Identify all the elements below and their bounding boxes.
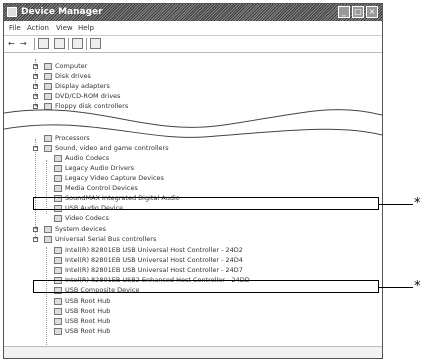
tree-node-processors[interactable]: Processors xyxy=(44,133,90,143)
tree-node-legacy-video[interactable]: Legacy Video Capture Devices xyxy=(54,173,164,183)
tree-node-media-control[interactable]: Media Control Devices xyxy=(54,183,138,193)
usb-icon xyxy=(54,327,62,335)
tree-node-legacy-audio[interactable]: Legacy Audio Drivers xyxy=(54,163,134,173)
pointer-line xyxy=(379,204,413,205)
node-label: Video Codecs xyxy=(65,214,109,222)
node-label: USB Root Hub xyxy=(65,327,111,335)
tree-node-usb-root-hub[interactable]: USB Root Hub xyxy=(54,296,110,306)
usb-icon xyxy=(54,317,62,325)
tree-node-video-codecs[interactable]: Video Codecs xyxy=(54,213,109,223)
tree-node-usb-host-24d7[interactable]: Intel(R) 82801EB USB Universal Host Cont… xyxy=(54,265,243,275)
usb-icon xyxy=(54,297,62,305)
device-manager-app-icon xyxy=(7,7,17,17)
disk-drive-icon xyxy=(44,72,52,80)
annotation-asterisk: * xyxy=(414,196,421,211)
device-manager-window: Device Manager _ □ × File Action View He… xyxy=(3,3,383,359)
highlight-usb-composite-device xyxy=(33,280,379,293)
usb-icon xyxy=(54,266,62,274)
audio-device-icon xyxy=(54,164,62,172)
toolbar-separator xyxy=(86,38,87,50)
tree-node-system-devices[interactable]: System devices xyxy=(44,224,106,234)
usb-icon xyxy=(54,246,62,254)
toolbar-separator xyxy=(34,38,35,50)
tree-node-disk-drives[interactable]: Disk drives xyxy=(44,71,91,81)
node-label: Computer xyxy=(55,62,88,70)
menu-action[interactable]: Action xyxy=(27,23,49,34)
annotation-asterisk: * xyxy=(414,279,421,294)
tree-node-dvd-drives[interactable]: DVD/CD-ROM drives xyxy=(44,91,121,101)
minimize-button[interactable]: _ xyxy=(338,6,350,18)
node-label: USB Root Hub xyxy=(65,307,111,315)
menu-bar: File Action View Help xyxy=(4,22,382,36)
audio-device-icon xyxy=(54,184,62,192)
system-device-icon xyxy=(44,225,52,233)
node-label: Audio Codecs xyxy=(65,154,110,162)
node-label: Media Control Devices xyxy=(65,184,138,192)
expand-toggle[interactable]: + xyxy=(33,64,38,69)
usb-icon xyxy=(54,256,62,264)
print-icon[interactable] xyxy=(54,38,65,49)
tree-node-usb-root-hub[interactable]: USB Root Hub xyxy=(54,316,110,326)
expand-toggle[interactable]: + xyxy=(33,74,38,79)
node-label: Sound, video and game controllers xyxy=(55,144,169,152)
node-label: System devices xyxy=(55,225,107,233)
forward-button[interactable]: → xyxy=(20,38,27,49)
audio-device-icon xyxy=(54,174,62,182)
toolbar-separator xyxy=(68,38,69,50)
audio-device-icon xyxy=(54,154,62,162)
close-button[interactable]: × xyxy=(366,6,378,18)
node-label: Intel(R) 82801EB USB Universal Host Cont… xyxy=(65,266,243,274)
tree-connector xyxy=(46,247,47,351)
tree-node-display-adapters[interactable]: Display adapters xyxy=(44,81,110,91)
audio-device-icon xyxy=(54,214,62,222)
node-label: USB Root Hub xyxy=(65,317,111,325)
highlight-usb-audio-device xyxy=(33,197,379,210)
menu-file[interactable]: File xyxy=(9,23,21,34)
expand-toggle[interactable]: + xyxy=(33,94,38,99)
scan-icon[interactable] xyxy=(90,38,101,49)
node-label: Processors xyxy=(55,134,90,142)
collapse-toggle[interactable]: − xyxy=(33,237,38,242)
collapse-toggle[interactable]: − xyxy=(33,146,38,151)
node-label: Disk drives xyxy=(55,72,91,80)
maximize-button[interactable]: □ xyxy=(352,6,364,18)
tree-node-computer[interactable]: Computer xyxy=(44,61,87,71)
tree-node-sound-video-game[interactable]: Sound, video and game controllers xyxy=(44,143,169,153)
tree-node-usb-root-hub[interactable]: USB Root Hub xyxy=(54,306,110,316)
tree-node-usb-host-24d2[interactable]: Intel(R) 82801EB USB Universal Host Cont… xyxy=(54,245,243,255)
computer-icon xyxy=(44,62,52,70)
properties-icon[interactable] xyxy=(38,38,49,49)
menu-view[interactable]: View xyxy=(56,23,73,34)
node-label: DVD/CD-ROM drives xyxy=(55,92,121,100)
usb-icon xyxy=(54,307,62,315)
usb-icon xyxy=(44,235,52,243)
expand-toggle[interactable]: + xyxy=(33,84,38,89)
node-label: Universal Serial Bus controllers xyxy=(55,235,157,243)
node-label: Legacy Video Capture Devices xyxy=(65,174,164,182)
tree-node-usb-controllers[interactable]: Universal Serial Bus controllers xyxy=(44,234,156,244)
dvd-icon xyxy=(44,92,52,100)
tree-node-usb-host-24d4[interactable]: Intel(R) 82801EB USB Universal Host Cont… xyxy=(54,255,243,265)
processor-icon xyxy=(44,134,52,142)
help-icon[interactable] xyxy=(72,38,83,49)
toolbar: ← → xyxy=(4,36,382,53)
speaker-icon xyxy=(44,144,52,152)
menu-help[interactable]: Help xyxy=(78,23,94,34)
expand-toggle[interactable]: + xyxy=(33,227,38,232)
title-bar[interactable]: Device Manager _ □ × xyxy=(4,4,382,21)
tree-node-audio-codecs[interactable]: Audio Codecs xyxy=(54,153,109,163)
horizontal-scrollbar[interactable] xyxy=(4,346,382,358)
node-label: Intel(R) 82801EB USB Universal Host Cont… xyxy=(65,246,243,254)
node-label: Legacy Audio Drivers xyxy=(65,164,135,172)
tree-node-usb-root-hub[interactable]: USB Root Hub xyxy=(54,326,110,336)
node-label: Intel(R) 82801EB USB Universal Host Cont… xyxy=(65,256,243,264)
node-label: USB Root Hub xyxy=(65,297,111,305)
display-icon xyxy=(44,82,52,90)
pointer-line xyxy=(379,287,413,288)
window-title: Device Manager xyxy=(21,7,103,17)
back-button[interactable]: ← xyxy=(8,38,15,49)
node-label: Display adapters xyxy=(55,82,110,90)
